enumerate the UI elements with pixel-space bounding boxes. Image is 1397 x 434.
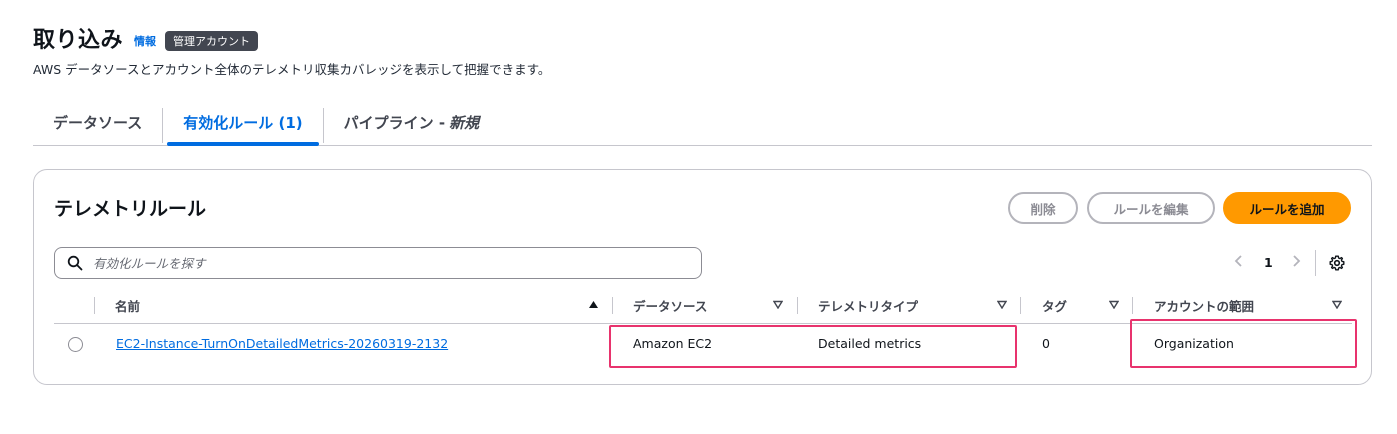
tab-enablement-rules[interactable]: 有効化ルール (1) bbox=[163, 100, 322, 146]
page-description: AWS データソースとアカウント全体のテレメトリ収集カバレッジを表示して把握でき… bbox=[33, 62, 551, 77]
info-link[interactable]: 情報 bbox=[134, 33, 156, 49]
tab-pipelines[interactable]: パイプライン - 新規 bbox=[324, 100, 499, 145]
tab-bar: データソース 有効化ルール (1) パイプライン - 新規 bbox=[33, 100, 1372, 146]
management-account-badge: 管理アカウント bbox=[165, 31, 259, 51]
sort-icon[interactable] bbox=[773, 300, 783, 309]
column-divider bbox=[797, 297, 798, 314]
search-icon bbox=[67, 255, 83, 271]
column-header-name[interactable]: 名前 bbox=[115, 294, 140, 316]
column-header-data-source[interactable]: データソース bbox=[633, 294, 707, 316]
chevron-right-icon[interactable] bbox=[1291, 254, 1301, 272]
row-select-radio[interactable] bbox=[68, 337, 83, 352]
highlight-box bbox=[1130, 319, 1357, 368]
sort-icon[interactable] bbox=[1332, 300, 1342, 309]
edit-rule-button[interactable]: ルールを編集 bbox=[1087, 192, 1215, 224]
tab-label: データソース bbox=[53, 114, 143, 132]
page-header: 取り込み 情報 管理アカウント AWS データソースとアカウント全体のテレメトリ… bbox=[33, 20, 1364, 78]
column-header-tags[interactable]: タグ bbox=[1042, 294, 1067, 316]
sort-ascending-icon[interactable] bbox=[588, 300, 599, 309]
search-input[interactable] bbox=[93, 255, 653, 271]
tab-new-label: 新規 bbox=[449, 114, 480, 132]
chevron-left-icon[interactable] bbox=[1234, 254, 1244, 272]
tab-label: パイプライン - bbox=[343, 114, 446, 132]
rule-name-link[interactable]: EC2-Instance-TurnOnDetailedMetrics-20260… bbox=[116, 336, 448, 351]
column-header-account-scope[interactable]: アカウントの範囲 bbox=[1154, 294, 1254, 316]
sort-icon[interactable] bbox=[997, 300, 1007, 309]
column-divider bbox=[1132, 297, 1133, 314]
add-rule-button[interactable]: ルールを追加 bbox=[1223, 192, 1351, 224]
column-divider bbox=[1020, 297, 1021, 314]
column-divider bbox=[94, 297, 95, 314]
page-number[interactable]: 1 bbox=[1264, 255, 1273, 270]
telemetry-rules-panel: テレメトリルール 削除 ルールを編集 ルールを追加 1 名前 データソース テレ… bbox=[33, 169, 1372, 385]
cell-rule-name: EC2-Instance-TurnOnDetailedMetrics-20260… bbox=[116, 336, 448, 351]
gear-icon[interactable] bbox=[1329, 255, 1345, 271]
pager-divider bbox=[1315, 250, 1316, 276]
search-field[interactable] bbox=[54, 247, 702, 279]
panel-title: テレメトリルール bbox=[54, 198, 207, 220]
tab-data-sources[interactable]: データソース bbox=[33, 100, 162, 145]
sort-icon[interactable] bbox=[1109, 300, 1119, 309]
delete-button[interactable]: 削除 bbox=[1008, 192, 1078, 224]
page-title: 取り込み bbox=[33, 28, 124, 53]
column-header-telemetry-type[interactable]: テレメトリタイプ bbox=[818, 294, 918, 316]
title-row: 取り込み 情報 管理アカウント bbox=[33, 20, 1364, 56]
column-divider bbox=[612, 297, 613, 314]
cell-tags: 0 bbox=[1042, 336, 1050, 351]
tab-label: 有効化ルール (1) bbox=[183, 114, 303, 132]
highlight-box bbox=[609, 325, 1017, 368]
